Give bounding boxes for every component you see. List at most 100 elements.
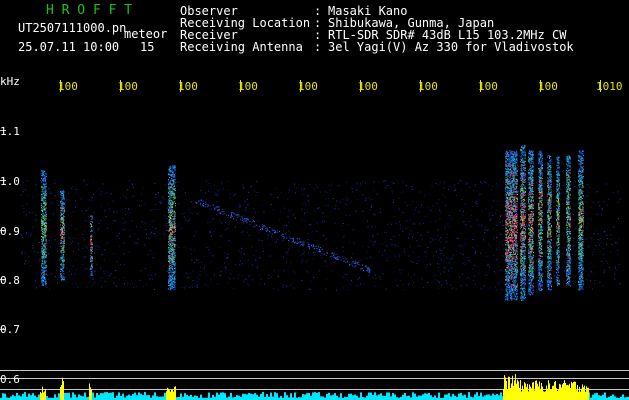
echo-pixel <box>170 276 172 278</box>
noise-pixel <box>215 194 217 196</box>
echo-pixel <box>60 191 62 193</box>
noise-pixel <box>245 209 247 211</box>
echo-pixel <box>171 238 173 240</box>
echo-pixel <box>170 257 172 259</box>
noise-pixel <box>434 238 436 240</box>
noise-pixel <box>330 189 332 191</box>
echo-pixel <box>60 211 62 213</box>
noise-pixel <box>489 266 491 268</box>
echo-pixel <box>171 193 173 195</box>
noise-pixel <box>367 252 369 254</box>
noise-pixel <box>91 200 93 201</box>
echo-pixel <box>511 188 513 189</box>
noise-pixel <box>216 206 218 208</box>
noise-pixel <box>425 256 427 257</box>
noise-pixel <box>372 235 373 236</box>
echo-pixel <box>516 169 518 171</box>
noise-pixel <box>242 184 244 186</box>
noise-pixel <box>325 238 327 240</box>
echo-pixel <box>507 243 509 245</box>
noise-pixel <box>260 278 262 280</box>
noise-pixel <box>245 278 247 280</box>
noise-pixel <box>206 198 207 200</box>
noise-pixel <box>221 183 223 185</box>
noise-pixel <box>83 239 85 241</box>
noise-pixel <box>227 254 229 255</box>
echo-pixel <box>505 259 507 260</box>
noise-pixel <box>100 219 102 221</box>
noise-pixel <box>573 245 575 247</box>
noise-pixel <box>66 198 68 200</box>
echo-pixel <box>505 254 507 256</box>
noise-pixel <box>154 274 156 276</box>
echo-pixel <box>514 263 516 265</box>
echo-pixel <box>44 170 46 172</box>
echo-pixel <box>509 159 511 161</box>
echo-pixel <box>506 207 508 209</box>
echo-pixel <box>505 224 507 226</box>
noise-pixel <box>89 275 91 276</box>
echo-pixel <box>173 180 174 182</box>
noise-pixel <box>30 233 32 235</box>
echo-pixel <box>62 269 63 271</box>
echo-pixel <box>510 228 512 230</box>
noise-pixel <box>163 233 165 235</box>
echo-pixel <box>512 284 514 286</box>
noise-pixel <box>491 206 493 208</box>
echo-pixel <box>506 279 508 281</box>
echo-pixel <box>174 276 176 278</box>
echo-pixel <box>509 282 511 284</box>
echo-pixel <box>174 172 176 174</box>
noise-pixel <box>504 193 506 195</box>
noise-pixel <box>590 220 591 222</box>
noise-pixel <box>364 200 366 201</box>
noise-pixel <box>384 231 385 233</box>
noise-pixel <box>488 243 490 245</box>
echo-pixel <box>61 195 63 197</box>
noise-pixel <box>324 205 326 206</box>
echo-pixel <box>171 184 173 186</box>
echo-pixel <box>512 252 514 254</box>
echo-pixel <box>169 239 171 241</box>
echo-pixel <box>41 284 43 286</box>
echo-pixel <box>512 185 514 187</box>
noise-pixel <box>56 270 58 272</box>
echo-pixel <box>45 237 47 239</box>
echo-pixel <box>515 193 517 195</box>
echo-pixel <box>509 163 510 165</box>
noise-pixel <box>485 274 487 276</box>
echo-pixel <box>43 237 45 239</box>
echo-pixel <box>507 154 509 156</box>
noise-pixel <box>256 220 258 222</box>
noise-pixel <box>239 250 240 252</box>
noise-pixel <box>137 238 139 240</box>
noise-pixel <box>122 222 124 224</box>
noise-pixel <box>550 220 552 222</box>
noise-pixel <box>103 273 105 275</box>
echo-pixel <box>45 174 47 175</box>
echo-pixel <box>522 213 524 215</box>
noise-pixel <box>222 208 223 210</box>
echo-pixel <box>507 237 509 239</box>
noise-pixel <box>537 270 539 271</box>
echo-pixel <box>174 167 176 169</box>
echo-pixel <box>41 232 43 234</box>
echo-pixel <box>523 262 525 263</box>
noise-pixel <box>350 284 352 285</box>
echo-pixel <box>174 240 176 242</box>
echo-pixel <box>174 229 176 231</box>
echo-pixel <box>62 190 64 192</box>
noise-pixel <box>601 208 603 210</box>
noise-pixel <box>307 252 309 254</box>
echo-pixel <box>43 176 45 178</box>
echo-pixel <box>41 170 43 172</box>
echo-pixel <box>514 298 516 300</box>
echo-pixel <box>174 176 176 178</box>
noise-pixel <box>456 194 458 196</box>
echo-pixel <box>508 180 510 182</box>
noise-pixel <box>197 275 199 277</box>
echo-pixel <box>91 253 93 255</box>
echo-pixel <box>505 193 507 195</box>
noise-pixel <box>583 239 585 241</box>
noise-pixel <box>416 245 418 247</box>
